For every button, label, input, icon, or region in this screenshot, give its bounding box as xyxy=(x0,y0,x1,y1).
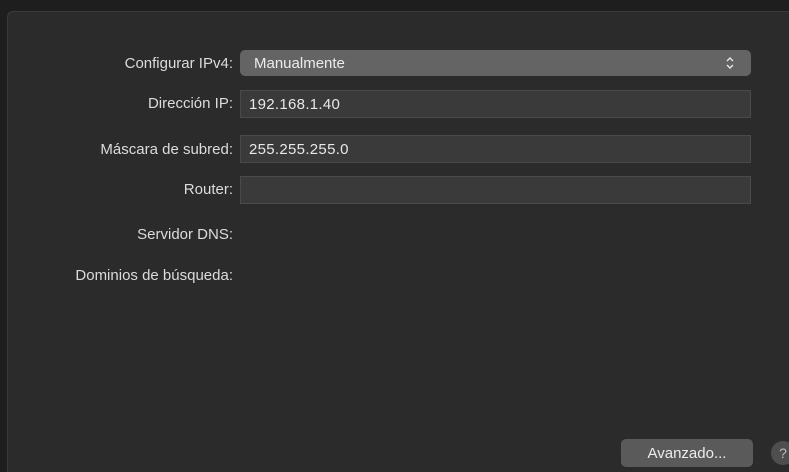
subnet-mask-field[interactable]: 255.255.255.0 xyxy=(240,135,751,163)
ipv4-config-label: Configurar IPv4: xyxy=(124,55,233,72)
settings-panel xyxy=(7,11,789,472)
router-label: Router: xyxy=(183,181,233,198)
chevron-up-down-icon xyxy=(723,55,737,71)
ipv4-config-value: Manualmente xyxy=(254,54,345,72)
ipv4-config-select[interactable]: Manualmente xyxy=(240,50,751,76)
ip-address-label: Dirección IP: xyxy=(147,95,233,112)
ip-address-field[interactable]: 192.168.1.40 xyxy=(240,90,751,118)
network-settings-window: Configurar IPv4: Manualmente Dirección I… xyxy=(0,0,789,472)
help-button[interactable]: ? xyxy=(771,441,789,465)
advanced-button[interactable]: Avanzado... xyxy=(621,439,753,467)
subnet-mask-label: Máscara de subred: xyxy=(100,141,233,158)
search-domains-label: Dominios de búsqueda: xyxy=(75,267,233,284)
dns-server-label: Servidor DNS: xyxy=(137,226,233,243)
router-field[interactable] xyxy=(240,176,751,204)
